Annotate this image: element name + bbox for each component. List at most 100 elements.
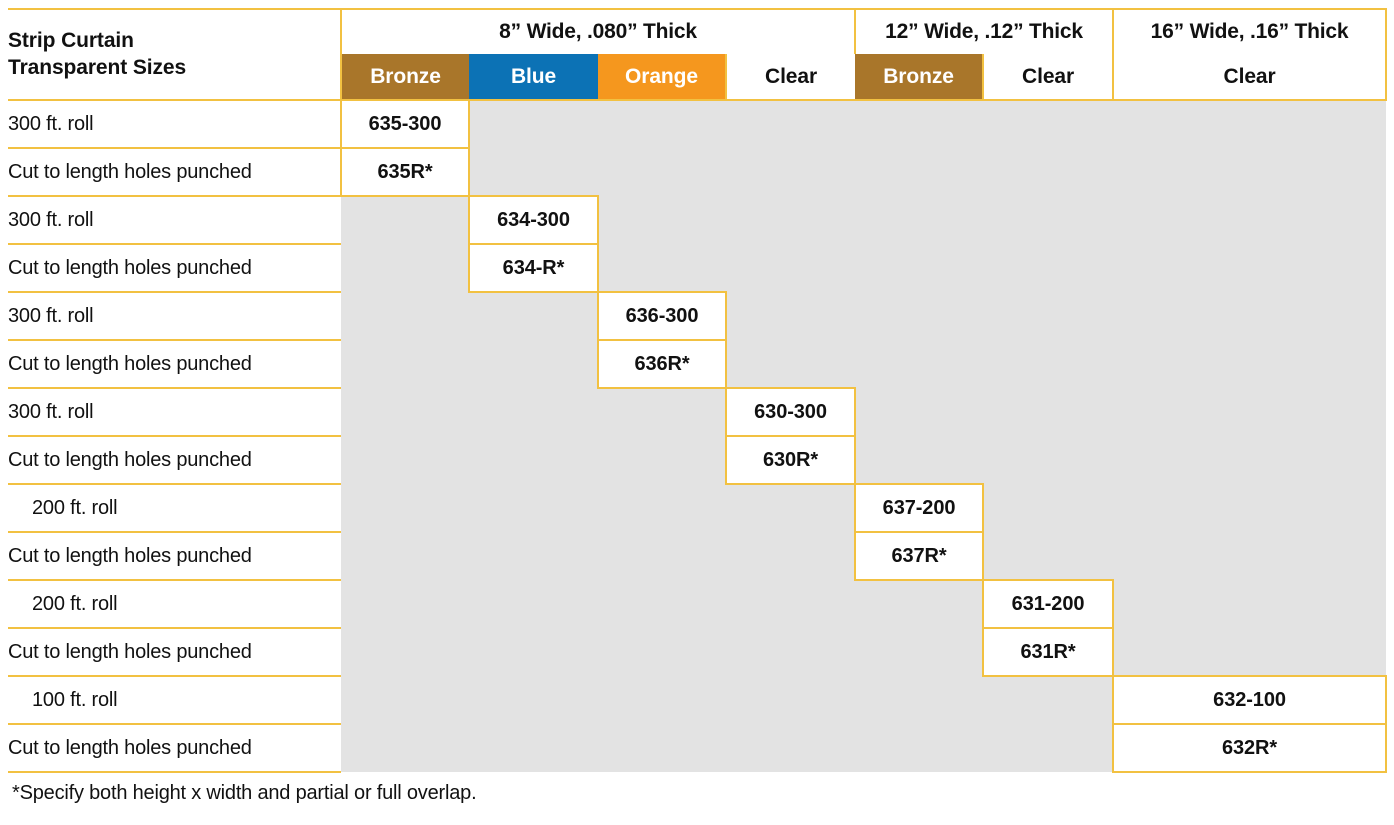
empty-cell <box>1113 196 1387 244</box>
row-label: 200 ft. roll <box>8 484 341 533</box>
empty-cell <box>855 628 984 676</box>
empty-cell <box>983 148 1114 196</box>
part-number-cell: 635-300 <box>340 99 470 149</box>
table-row: 200 ft. roll 637-200 <box>8 483 1387 533</box>
empty-cell <box>598 244 726 292</box>
part-number-cell: 637-200 <box>854 483 985 533</box>
empty-cell <box>983 436 1114 484</box>
column-header-clear-7: Clear <box>1112 54 1388 101</box>
part-number-cell: 634-R* <box>468 244 599 293</box>
empty-cell <box>1113 532 1387 580</box>
table-title-line-1: Strip Curtain <box>8 28 134 52</box>
empty-cell <box>1113 100 1387 148</box>
empty-cell <box>469 724 598 772</box>
part-number-cell: 636-300 <box>597 291 727 341</box>
empty-cell <box>341 292 469 340</box>
empty-cell <box>983 340 1114 388</box>
empty-cell <box>855 148 984 196</box>
empty-cell <box>598 388 726 436</box>
empty-cell <box>855 436 984 484</box>
part-number-cell: 631R* <box>982 628 1115 677</box>
part-number-cell: 632-100 <box>1112 675 1388 725</box>
empty-cell <box>341 532 469 580</box>
empty-cell <box>598 628 726 676</box>
row-label: 300 ft. roll <box>8 196 341 245</box>
empty-cell <box>598 100 726 148</box>
empty-cell <box>1113 484 1387 532</box>
empty-cell <box>855 292 984 340</box>
empty-cell <box>598 148 726 196</box>
empty-cell <box>1113 436 1387 484</box>
table-row: 300 ft. roll 635-300 <box>8 99 1387 149</box>
part-number-cell: 632R* <box>1112 724 1388 773</box>
empty-cell <box>983 484 1114 532</box>
empty-cell <box>598 724 726 772</box>
empty-cell <box>1113 292 1387 340</box>
empty-cell <box>726 676 856 724</box>
empty-cell <box>341 628 469 676</box>
column-header-clear-6: Clear <box>982 54 1114 101</box>
empty-cell <box>598 196 726 244</box>
empty-cell <box>1113 580 1387 628</box>
empty-cell <box>341 436 469 484</box>
row-label: Cut to length holes punched <box>8 628 341 677</box>
part-number-cell: 630-300 <box>724 387 857 437</box>
empty-cell <box>855 388 984 436</box>
empty-cell <box>1113 628 1387 676</box>
empty-cell <box>726 196 856 244</box>
empty-cell <box>855 244 984 292</box>
part-number-cell: 637R* <box>854 532 985 581</box>
column-header-bronze-1: Bronze <box>340 54 469 101</box>
table-row: Cut to length holes punched 637R* <box>8 532 1387 581</box>
empty-cell <box>983 676 1114 724</box>
empty-cell <box>726 340 856 388</box>
empty-cell <box>855 580 984 628</box>
empty-cell <box>726 292 856 340</box>
empty-cell <box>469 532 598 580</box>
footnote-text: *Specify both height x width and partial… <box>12 782 477 804</box>
table-title-line-2: Transparent Sizes <box>8 55 187 79</box>
part-number-cell: 630R* <box>724 436 857 485</box>
empty-cell <box>983 388 1114 436</box>
empty-cell <box>1113 244 1387 292</box>
empty-cell <box>726 532 856 580</box>
empty-cell <box>598 436 726 484</box>
empty-cell <box>983 292 1114 340</box>
empty-cell <box>469 436 598 484</box>
empty-cell <box>983 724 1114 772</box>
empty-cell <box>855 196 984 244</box>
empty-cell <box>469 580 598 628</box>
part-number-cell: 635R* <box>340 148 470 197</box>
empty-cell <box>598 532 726 580</box>
column-header-blue-2: Blue <box>469 54 598 101</box>
table-row: 100 ft. roll 632-100 <box>8 675 1388 725</box>
empty-cell <box>341 484 469 532</box>
empty-cell <box>855 340 984 388</box>
row-label: 100 ft. roll <box>8 676 341 725</box>
empty-cell <box>726 148 856 196</box>
table-row: 300 ft. roll 634-300 <box>8 195 1387 245</box>
table-title: Strip Curtain Transparent Sizes <box>8 8 341 101</box>
empty-cell <box>341 244 469 292</box>
table-row: Cut to length holes punched 631R* <box>8 628 1387 677</box>
empty-cell <box>341 340 469 388</box>
table-row: Cut to length holes punched 634-R* <box>8 244 1387 293</box>
part-number-cell: 634-300 <box>468 195 599 245</box>
table-row: 200 ft. roll 631-200 <box>8 579 1387 629</box>
table-row: Cut to length holes punched 636R* <box>8 340 1387 389</box>
row-label: Cut to length holes punched <box>8 532 341 581</box>
empty-cell <box>983 196 1114 244</box>
row-label: Cut to length holes punched <box>8 340 341 389</box>
table-row: Cut to length holes punched 635R* <box>8 148 1387 197</box>
column-header-orange-3: Orange <box>598 54 726 101</box>
empty-cell <box>469 340 598 388</box>
table-row: Cut to length holes punched 632R* <box>8 724 1388 773</box>
empty-cell <box>855 100 984 148</box>
empty-cell <box>469 148 598 196</box>
row-label: Cut to length holes punched <box>8 148 341 197</box>
empty-cell <box>469 484 598 532</box>
empty-cell <box>469 628 598 676</box>
empty-cell <box>469 388 598 436</box>
empty-cell <box>341 580 469 628</box>
empty-cell <box>983 244 1114 292</box>
